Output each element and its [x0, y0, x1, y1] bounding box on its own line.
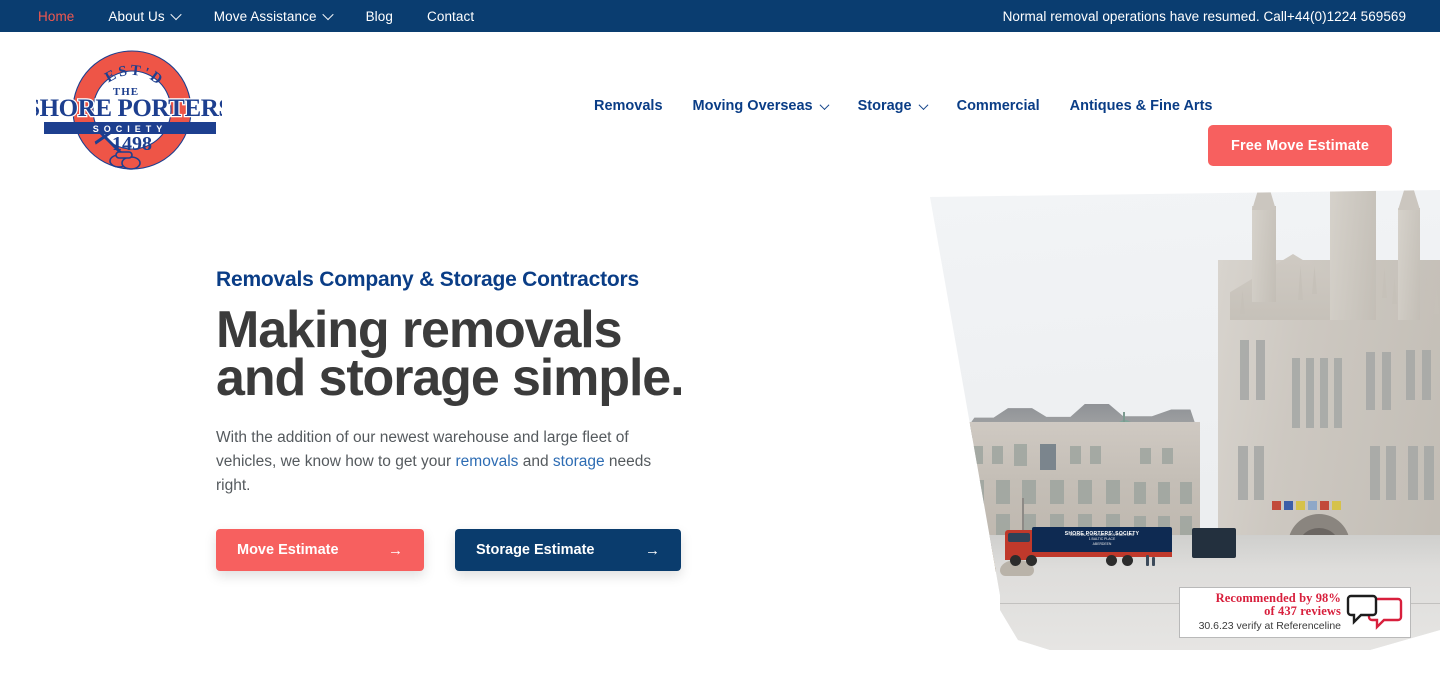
- heraldic-shields: [1272, 501, 1356, 510]
- top-navigation: Home About Us Move Assistance Blog Conta…: [38, 9, 491, 24]
- nav-item-antiques-fine-arts[interactable]: Antiques & Fine Arts: [1055, 98, 1228, 114]
- badge-verify-note: 30.6.23 verify at Referenceline: [1198, 620, 1341, 632]
- referenceline-review-badge[interactable]: Recommended by 98% of 437 reviews 30.6.2…: [1179, 587, 1411, 638]
- topnav-item-contact[interactable]: Contact: [410, 9, 491, 24]
- lorry-address: REMOVAL & STORAGE CONTRACTORS 1 BALTIC P…: [1070, 532, 1134, 546]
- nav-label: Storage: [857, 98, 912, 114]
- aberdeen-marischal-college-photo: SHORE PORTERS' SOCIETY REMOVAL & STORAGE…: [930, 190, 1440, 650]
- hero-eyebrow: Removals Company & Storage Contractors: [216, 268, 640, 291]
- headline-line-2: and storage simple.: [216, 349, 685, 407]
- nav-label: Moving Overseas: [692, 98, 813, 114]
- svg-text:SHORE PORTERS: SHORE PORTERS: [36, 95, 222, 122]
- nav-item-storage[interactable]: Storage: [843, 98, 942, 114]
- chevron-down-icon: [918, 99, 929, 110]
- top-utility-bar: Home About Us Move Assistance Blog Conta…: [0, 0, 1440, 32]
- chevron-down-icon: [819, 99, 830, 110]
- tower-right: [1398, 208, 1420, 320]
- hero-image: SHORE PORTERS' SOCIETY REMOVAL & STORAGE…: [930, 190, 1440, 650]
- speech-bubbles-icon: [1346, 593, 1404, 633]
- badge-review-count: of 437 reviews: [1264, 604, 1341, 618]
- badge-text: Recommended by 98% of 437 reviews 30.6.2…: [1186, 592, 1346, 633]
- chevron-down-icon: [170, 8, 182, 21]
- nav-label: Antiques & Fine Arts: [1069, 98, 1213, 114]
- svg-text:SOCIETY: SOCIETY: [93, 124, 168, 134]
- nav-item-removals[interactable]: Removals: [594, 98, 678, 114]
- topnav-item-blog[interactable]: Blog: [349, 9, 410, 24]
- tower-second: [1252, 206, 1276, 302]
- subcopy-part-2: and: [518, 453, 553, 470]
- move-estimate-label: Move Estimate: [237, 542, 339, 558]
- free-move-estimate-button[interactable]: Free Move Estimate: [1208, 125, 1392, 166]
- site-logo[interactable]: EST'D 1498 THE SHORE PORTERS SOCIETY: [25, 48, 233, 176]
- hero-subcopy: With the addition of our newest warehous…: [216, 426, 686, 498]
- topnav-item-move-assistance[interactable]: Move Assistance: [197, 9, 349, 24]
- arrow-right-icon: →: [645, 541, 660, 559]
- hero-cta-group: Move Estimate → Storage Estimate →: [216, 529, 736, 571]
- topnav-label: Home: [38, 8, 75, 24]
- topnav-label: Contact: [426, 8, 475, 24]
- chevron-down-icon: [321, 8, 334, 21]
- storage-estimate-button[interactable]: Storage Estimate →: [455, 529, 681, 571]
- tower-main: [1330, 190, 1376, 320]
- hero-headline: Making removals and storage simple.: [216, 304, 736, 404]
- shore-porters-logo-icon: EST'D 1498 THE SHORE PORTERS SOCIETY: [25, 50, 233, 170]
- topnav-label: Move Assistance: [213, 8, 317, 24]
- move-estimate-button[interactable]: Move Estimate →: [216, 529, 424, 571]
- svg-text:1498: 1498: [112, 133, 152, 155]
- arrow-right-icon: →: [388, 541, 403, 559]
- nav-item-commercial[interactable]: Commercial: [942, 98, 1055, 114]
- site-header: EST'D 1498 THE SHORE PORTERS SOCIETY Rem…: [0, 32, 1440, 190]
- storage-link[interactable]: storage: [553, 453, 605, 470]
- nav-label: Commercial: [956, 98, 1040, 114]
- main-navigation: Removals Moving Overseas Storage Commerc…: [594, 98, 1227, 114]
- topnav-item-about-us[interactable]: About Us: [91, 9, 196, 24]
- removals-link[interactable]: removals: [456, 453, 519, 470]
- topnav-label: About Us: [108, 8, 165, 24]
- nav-label: Removals: [594, 98, 663, 114]
- nav-item-moving-overseas[interactable]: Moving Overseas: [678, 98, 843, 114]
- topnav-item-home[interactable]: Home: [38, 9, 91, 24]
- hero-content: Removals Company & Storage Contractors M…: [216, 268, 736, 571]
- storage-estimate-label: Storage Estimate: [476, 542, 595, 558]
- dark-van: [1192, 528, 1236, 558]
- operations-notice: Normal removal operations have resumed. …: [1002, 8, 1406, 24]
- topnav-label: Blog: [365, 8, 393, 24]
